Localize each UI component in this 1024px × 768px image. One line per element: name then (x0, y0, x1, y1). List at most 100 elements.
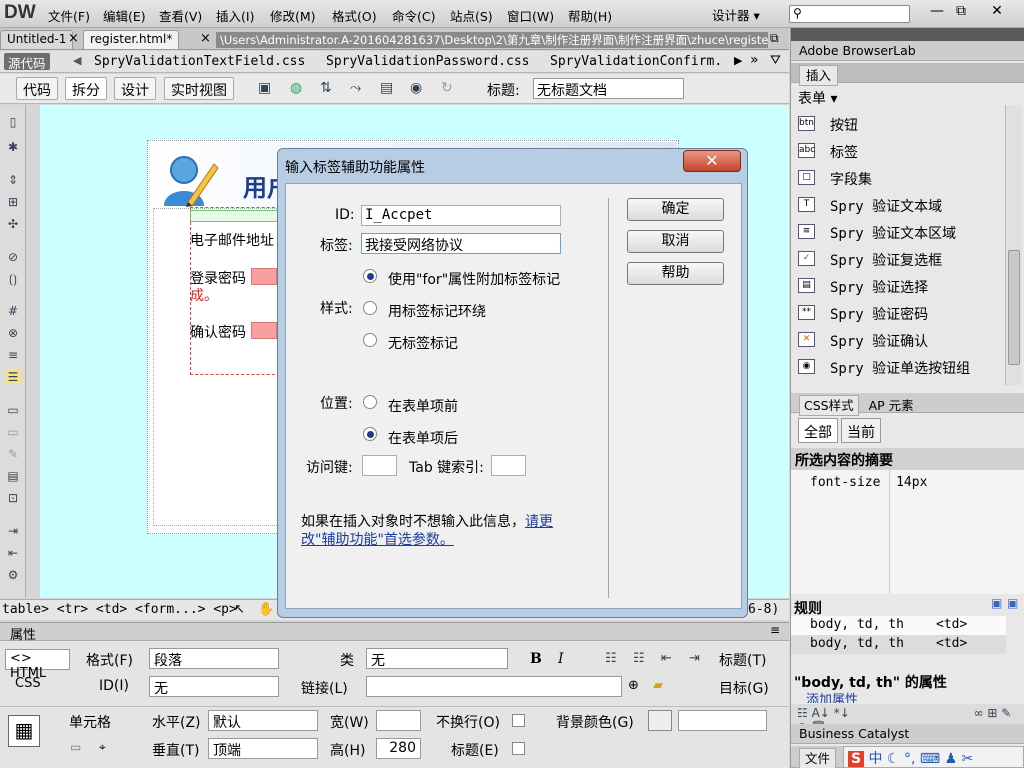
set-props-icon[interactable]: *↓ (834, 706, 850, 720)
help-button[interactable]: 帮助 (627, 262, 724, 285)
code-view-button[interactable]: 代码 (16, 77, 58, 100)
design-view-button[interactable]: 设计 (114, 77, 156, 100)
restore-doc-icon[interactable]: ⧉ (770, 31, 779, 46)
related-file[interactable]: SpryValidationPassword.css (326, 54, 530, 69)
id-select[interactable]: 无 (149, 676, 279, 697)
category-view-icon[interactable]: ☷ (797, 706, 808, 720)
halign-select[interactable]: 默认 (208, 710, 318, 731)
collapse-selection-icon[interactable]: ⇕ (5, 173, 21, 187)
ime-user-icon[interactable]: ♟ (945, 751, 958, 767)
label-input[interactable]: 我接受网络协议 (361, 233, 561, 254)
menu-view[interactable]: 查看(V) (159, 6, 202, 25)
balance-braces-icon[interactable]: ⊘ (5, 250, 21, 264)
select-tool-icon[interactable]: ↖ (234, 602, 245, 617)
ime-keyboard-icon[interactable]: ⌨ (920, 751, 940, 767)
attach-style-icon[interactable]: ∞ (974, 706, 984, 720)
edit-rule-icon[interactable]: ✎ (1001, 706, 1011, 720)
info-bar-icon[interactable]: ☰ (5, 370, 21, 384)
line-numbers-icon[interactable]: ⟮⟯ (5, 272, 21, 286)
insert-item-spry-confirm[interactable]: Spry 验证确认 (830, 331, 928, 351)
remove-comment-icon[interactable]: ▭ (5, 425, 21, 439)
browse-folder-icon[interactable]: ▰ (653, 678, 663, 693)
width-input[interactable] (376, 710, 421, 731)
insert-item-spry-textfield[interactable]: Spry 验证文本域 (830, 196, 942, 216)
outdent-icon[interactable]: ⇤ (661, 651, 672, 666)
recent-snippets-icon[interactable]: ▤ (5, 469, 21, 483)
panel-menu-icon[interactable]: ≡ (770, 623, 780, 637)
indent-icon[interactable]: ⇥ (5, 524, 21, 538)
visual-aids-icon[interactable]: ▤ (380, 80, 393, 96)
alpha-view-icon[interactable]: A↓ (812, 706, 830, 720)
files-tab[interactable]: 文件 (799, 748, 837, 768)
unordered-list-icon[interactable]: ☷ (605, 651, 617, 666)
css-mode-button[interactable]: CSS (15, 676, 41, 691)
insert-tab[interactable]: 插入 (799, 65, 839, 86)
menu-file[interactable]: 文件(F) (48, 6, 90, 25)
insert-item-spry-password[interactable]: Spry 验证密码 (830, 304, 928, 324)
word-wrap-icon[interactable]: ≡ (5, 348, 21, 362)
format-select[interactable]: 段落 (149, 648, 279, 669)
confirm-field[interactable] (251, 322, 277, 339)
insert-item-spry-textarea[interactable]: Spry 验证文本区域 (830, 223, 956, 243)
add-property-link[interactable]: 添加属性 (806, 689, 858, 703)
open-documents-icon[interactable]: ▯ (5, 115, 21, 129)
style-for-radio[interactable] (363, 269, 377, 283)
maximize-button[interactable]: ⧉ (946, 1, 976, 21)
insert-item-button[interactable]: 按钮 (830, 115, 858, 135)
merge-cells-icon[interactable]: ▭ (70, 740, 81, 754)
file-manage-icon[interactable]: ⇅ (320, 80, 332, 96)
style-none-radio[interactable] (363, 333, 377, 347)
expand-all-icon[interactable]: ⊞ (5, 195, 21, 209)
highlight-invalid-icon[interactable]: # (5, 304, 21, 318)
nowrap-checkbox[interactable] (512, 714, 525, 727)
all-button[interactable]: 全部 (798, 418, 838, 443)
menu-format[interactable]: 格式(O) (332, 6, 377, 25)
show-info-icon[interactable]: ▣ (1007, 596, 1018, 610)
position-before-radio[interactable] (363, 395, 377, 409)
ap-elements-tab[interactable]: AP 元素 (869, 398, 914, 413)
select-parent-icon[interactable]: ✣ (5, 217, 21, 231)
insert-category-select[interactable]: 表单 ▾ (798, 88, 837, 108)
insert-item-spry-select[interactable]: Spry 验证选择 (830, 277, 928, 297)
position-after-radio[interactable] (363, 427, 377, 441)
insert-item-spry-radio[interactable]: Spry 验证单选按钮组 (830, 358, 970, 378)
related-file[interactable]: SpryValidationTextField.css (94, 54, 305, 69)
filter-icon[interactable]: ⛛ (770, 53, 781, 68)
style-wrap-radio[interactable] (363, 301, 377, 315)
workspace-switcher[interactable]: 设计器 ▾ (712, 5, 760, 24)
tab-untitled[interactable]: Untitled-1 (0, 30, 74, 49)
new-rule-icon[interactable]: ⊞ (987, 706, 997, 720)
overflow-icon[interactable]: » (750, 52, 759, 68)
ime-tool-icon[interactable]: ✂ (962, 751, 974, 767)
menu-modify[interactable]: 修改(M) (270, 6, 316, 25)
split-cell-icon[interactable]: ⌖ (99, 740, 106, 755)
refresh-icon[interactable]: ↻ (441, 80, 453, 96)
ime-punct-icon[interactable]: °, (904, 751, 915, 767)
panel-collapse-strip[interactable] (791, 28, 1024, 41)
close-tab-icon[interactable]: × (200, 31, 211, 46)
point-to-file-icon[interactable]: ⊕ (628, 678, 639, 693)
bgcolor-input[interactable] (678, 710, 767, 731)
source-code-tab[interactable]: 源代码 (4, 53, 50, 71)
search-input[interactable]: ⚲ (789, 5, 910, 23)
class-select[interactable]: 无 (366, 648, 508, 669)
menu-insert[interactable]: 插入(I) (216, 6, 254, 25)
dialog-close-button[interactable]: ✕ (683, 150, 741, 172)
rule-row[interactable]: body, td, th <td> (791, 616, 1006, 635)
menu-edit[interactable]: 编辑(E) (103, 6, 146, 25)
scrollbar-thumb[interactable] (1008, 250, 1020, 365)
css-styles-tab[interactable]: CSS样式 (799, 395, 859, 416)
insert-item-spry-checkbox[interactable]: Spry 验证复选框 (830, 250, 942, 270)
apply-comment-icon[interactable]: ▭ (5, 403, 21, 417)
business-catalyst-panel[interactable]: Business Catalyst (791, 724, 1024, 744)
next-arrow-icon[interactable]: ▶ (734, 54, 742, 67)
cancel-button[interactable]: 取消 (627, 230, 724, 253)
syntax-error-icon[interactable]: ⊗ (5, 326, 21, 340)
insert-item-label[interactable]: 标签 (830, 142, 858, 162)
prev-arrow-icon[interactable]: ◀ (73, 54, 81, 67)
link-input[interactable] (366, 676, 622, 697)
header-checkbox[interactable] (512, 742, 525, 755)
italic-button[interactable]: I (558, 651, 564, 667)
insert-item-fieldset[interactable]: 字段集 (830, 169, 872, 189)
hand-tool-icon[interactable]: ✋ (258, 602, 274, 617)
